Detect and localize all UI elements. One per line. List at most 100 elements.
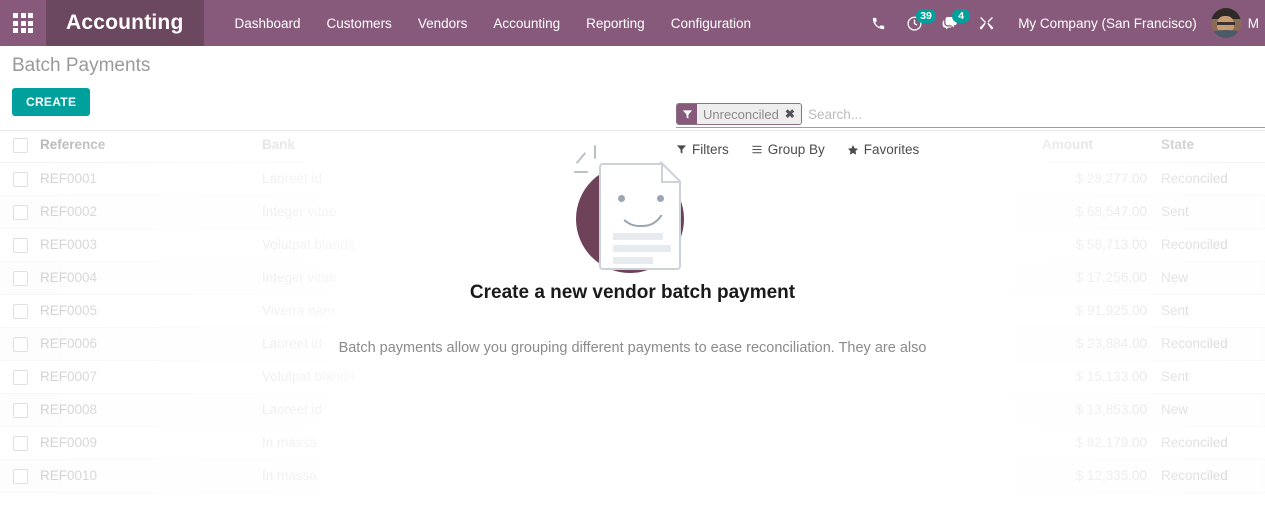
phone-button[interactable]: [860, 0, 896, 46]
apps-menu-button[interactable]: [0, 0, 46, 46]
row-checkbox[interactable]: [13, 435, 28, 451]
cell-reference: REF0002: [40, 195, 262, 229]
cell-reference: REF0005: [40, 294, 262, 328]
cell-state: New: [1147, 261, 1265, 295]
table-row[interactable]: REF0002 Integer vitae 10/19/2020 $ 68,547.0…: [0, 195, 1265, 229]
menu-item-accounting[interactable]: Accounting: [480, 0, 573, 46]
row-checkbox[interactable]: [13, 171, 28, 187]
user-menu[interactable]: M: [1210, 8, 1265, 38]
messages-button[interactable]: 4: [932, 0, 971, 46]
filter-funnel-icon: [677, 104, 697, 124]
menu-item-reporting[interactable]: Reporting: [573, 0, 658, 46]
search-facet-unreconciled[interactable]: Unreconciled ✖: [676, 103, 802, 125]
group-by-label: Group By: [767, 142, 825, 157]
row-select-cell: [0, 294, 40, 328]
row-checkbox[interactable]: [13, 237, 28, 253]
table-row[interactable]: REF0004 Integer vitae $ 17,256.00 New: [0, 261, 1265, 295]
cell-amount: $ 58,713.00: [1042, 228, 1147, 262]
table-row[interactable]: REF0005 Viverra nam $ 91,925.00 Sent: [0, 294, 1265, 328]
cell-bank: Integer vitae: [262, 195, 552, 229]
row-checkbox[interactable]: [13, 369, 28, 385]
favorites-dropdown[interactable]: Favorites: [847, 142, 920, 157]
cell-amount: $ 17,256.00: [1042, 261, 1147, 295]
table-row[interactable]: REF0007 Volutpat blandit $ 15,133.00 Sent: [0, 360, 1265, 394]
table-row[interactable]: REF0008 Laoreet id $ 13,853.00 New: [0, 393, 1265, 427]
cell-reference: REF0008: [40, 393, 262, 427]
search-view: Unreconciled ✖: [676, 102, 1265, 128]
create-button[interactable]: CREATE: [12, 88, 91, 116]
menu-item-vendors[interactable]: Vendors: [405, 0, 481, 46]
cell-reference: REF0007: [40, 360, 262, 394]
cell-state: Reconciled: [1147, 426, 1265, 460]
table-row[interactable]: REF0001 Laoreet id 11/11/2020 $ 28,277.00 Re…: [0, 162, 1265, 196]
select-all-checkbox[interactable]: [13, 137, 28, 153]
cell-bank: In massa: [262, 426, 552, 460]
table-row[interactable]: REF0003 Volutpat blandit 09/15/2020 $ 58,71…: [0, 228, 1265, 262]
cell-amount: $ 91,925.00: [1042, 294, 1147, 328]
cell-bank: Integer vitae: [262, 261, 552, 295]
user-name-label: M: [1247, 15, 1259, 31]
group-by-dropdown[interactable]: Group By: [751, 142, 825, 157]
column-header-reference[interactable]: Reference: [40, 131, 262, 163]
activities-button[interactable]: 39: [896, 0, 936, 46]
main-menu: Dashboard Customers Vendors Accounting R…: [222, 0, 765, 46]
row-select-cell: [0, 195, 40, 229]
row-checkbox[interactable]: [13, 402, 28, 418]
cell-state: Sent: [1147, 195, 1265, 229]
cell-amount: $ 28,277.00: [1042, 162, 1147, 196]
column-header-state[interactable]: State: [1147, 131, 1265, 163]
search-facet-label: Unreconciled: [697, 104, 784, 124]
search-options: Filters Group By Favorites: [676, 142, 919, 157]
row-checkbox[interactable]: [13, 204, 28, 220]
cell-reference: REF0006: [40, 327, 262, 361]
filter-funnel-icon: [676, 145, 687, 154]
row-select-cell: [0, 393, 40, 427]
cell-amount: $ 15,133.00: [1042, 360, 1147, 394]
cell-reference: REF0001: [40, 162, 262, 196]
company-switcher[interactable]: My Company (San Francisco): [1004, 16, 1211, 31]
top-navbar: Accounting Dashboard Customers Vendors A…: [0, 0, 1265, 46]
row-checkbox[interactable]: [13, 336, 28, 352]
cell-state: Reconciled: [1147, 228, 1265, 262]
row-checkbox[interactable]: [13, 468, 28, 484]
cell-bank: Volutpat blandit: [262, 360, 552, 394]
cell-bank: Viverra nam: [262, 294, 552, 328]
batch-payments-table: Reference Bank Date Amount State REF0001…: [0, 131, 1265, 493]
cell-bank: Laoreet id: [262, 162, 552, 196]
cell-date: 11/11/2020: [552, 162, 1042, 196]
filters-dropdown[interactable]: Filters: [676, 142, 729, 157]
row-select-cell: [0, 360, 40, 394]
table-row[interactable]: REF0006 Laoreet id $ 23,884.00 Reconciled: [0, 327, 1265, 361]
menu-item-dashboard[interactable]: Dashboard: [222, 0, 314, 46]
menu-item-configuration[interactable]: Configuration: [658, 0, 764, 46]
favorites-label: Favorites: [863, 142, 920, 157]
table-row[interactable]: REF0010 In massa $ 12,335.00 Reconciled: [0, 459, 1265, 493]
list-view: Reference Bank Date Amount State REF0001…: [0, 131, 1265, 508]
developer-tools-button[interactable]: [968, 0, 1004, 46]
cell-date: [552, 459, 1042, 493]
cell-bank: Volutpat blandit: [262, 228, 552, 262]
search-input[interactable]: [801, 102, 1265, 127]
cell-date: [552, 360, 1042, 394]
row-select-cell: [0, 162, 40, 196]
row-select-cell: [0, 327, 40, 361]
column-header-bank[interactable]: Bank: [262, 131, 552, 163]
cell-date: 10/19/2020: [552, 195, 1042, 229]
filters-label: Filters: [692, 142, 729, 157]
close-x-icon[interactable]: ✖: [783, 104, 801, 124]
cell-state: Sent: [1147, 294, 1265, 328]
cell-date: [552, 294, 1042, 328]
table-row[interactable]: REF0009 In massa $ 82,179.00 Reconciled: [0, 426, 1265, 460]
cell-amount: $ 23,884.00: [1042, 327, 1147, 361]
table-header: Reference Bank Date Amount State: [0, 131, 1265, 163]
row-checkbox[interactable]: [13, 270, 28, 286]
tools-wrench-icon: [979, 16, 993, 29]
cell-amount: $ 13,853.00: [1042, 393, 1147, 427]
cell-date: 09/15/2020: [552, 228, 1042, 262]
select-all-header: [0, 131, 40, 163]
menu-item-customers[interactable]: Customers: [314, 0, 405, 46]
cell-reference: REF0004: [40, 261, 262, 295]
app-brand-accounting[interactable]: Accounting: [46, 0, 204, 46]
column-header-amount[interactable]: Amount: [1042, 131, 1147, 163]
row-checkbox[interactable]: [13, 303, 28, 319]
